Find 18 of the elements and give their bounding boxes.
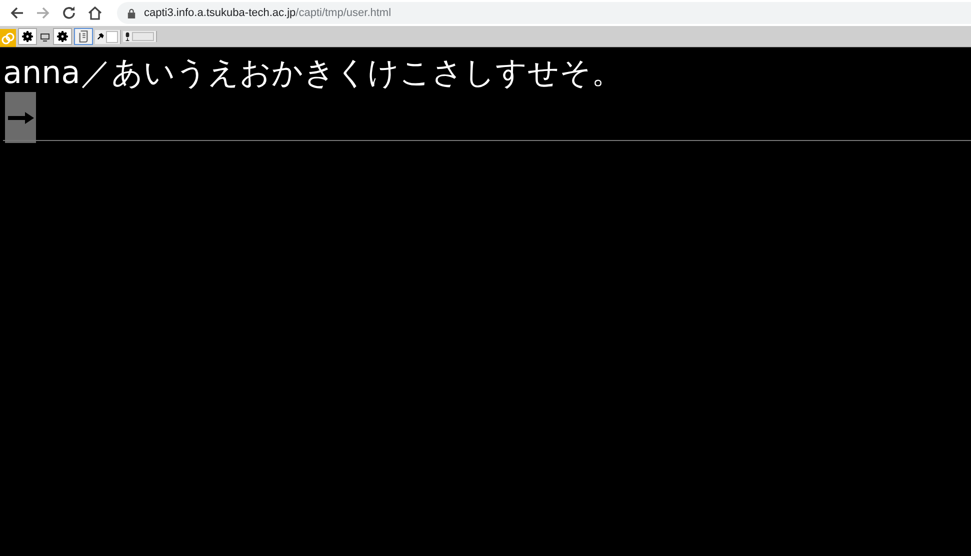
home-icon[interactable] (87, 5, 103, 21)
settings-button[interactable] (53, 28, 72, 45)
scroll-icon (78, 30, 89, 43)
caption-text: anna／あいうえおかきくけこさしすせそ。 (2, 54, 624, 92)
arrow-right-icon (6, 110, 34, 124)
next-button[interactable] (5, 92, 36, 143)
monitor-icon (40, 32, 50, 42)
settings-icon (22, 31, 33, 42)
settings-button[interactable] (18, 28, 37, 45)
pin-icon (97, 33, 104, 40)
pin-checkbox[interactable] (106, 30, 118, 42)
scroll-button[interactable] (74, 28, 93, 45)
back-icon[interactable] (9, 5, 25, 21)
lock-icon (127, 8, 136, 18)
microphone-icon (125, 32, 130, 41)
settings-icon (57, 31, 68, 42)
reload-icon[interactable] (61, 5, 77, 21)
address-bar[interactable]: capti3.info.a.tsukuba-tech.ac.jp/capti/tmp/user.html (117, 2, 971, 24)
